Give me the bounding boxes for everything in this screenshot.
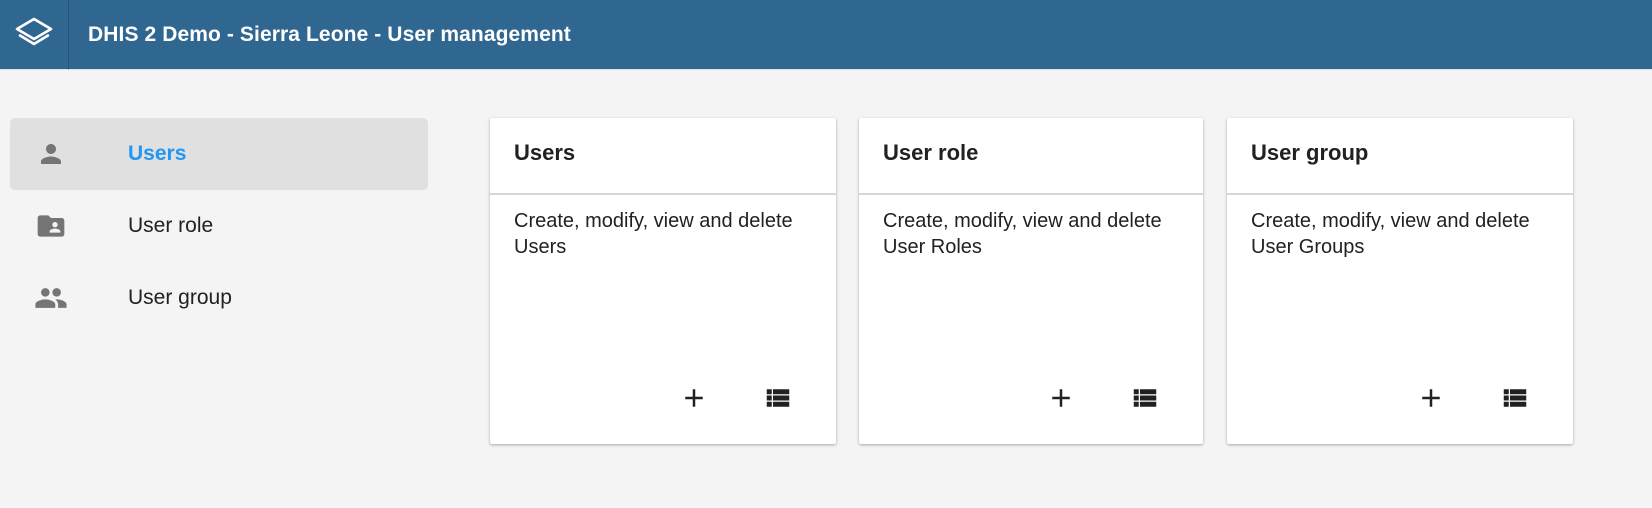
card-user-role: User role Create, modify, view and delet… [859, 118, 1203, 444]
card-description: Create, modify, view and delete Users [514, 210, 793, 258]
add-icon [1052, 389, 1070, 407]
folder-shared-icon [31, 206, 71, 246]
add-icon [1422, 389, 1440, 407]
card-user-group: User group Create, modify, view and dele… [1227, 118, 1573, 444]
list-icon [1503, 389, 1527, 407]
cards-grid: Users Create, modify, view and delete Us… [490, 118, 1573, 444]
list-icon [1133, 389, 1157, 407]
sidebar-item-label: Users [128, 142, 187, 165]
card-title: Users [490, 118, 836, 195]
sidebar-item-label: User role [128, 214, 214, 237]
add-icon [685, 389, 703, 407]
card-actions [1413, 380, 1533, 416]
card-description: Create, modify, view and delete User Gro… [1251, 210, 1530, 258]
app-logo-button[interactable] [0, 0, 69, 70]
sidebar-item-users[interactable]: Users [10, 118, 428, 190]
card-description: Create, modify, view and delete User Rol… [883, 210, 1162, 258]
card-actions [676, 380, 796, 416]
add-user-button[interactable] [676, 380, 712, 416]
app-title: DHIS 2 Demo - Sierra Leone - User manage… [88, 22, 571, 46]
list-user-groups-button[interactable] [1497, 380, 1533, 416]
sidebar-item-label: User group [128, 286, 232, 309]
card-title: User role [859, 118, 1203, 195]
list-users-button[interactable] [760, 380, 796, 416]
add-user-role-button[interactable] [1043, 380, 1079, 416]
people-icon [31, 278, 71, 318]
card-title: User group [1227, 118, 1573, 195]
card-users: Users Create, modify, view and delete Us… [490, 118, 836, 444]
dhis2-layers-icon [15, 17, 53, 45]
card-actions [1043, 380, 1163, 416]
person-icon [31, 134, 71, 174]
list-user-roles-button[interactable] [1127, 380, 1163, 416]
list-icon [766, 389, 790, 407]
sidebar-item-user-role[interactable]: User role [10, 190, 428, 262]
app-header: DHIS 2 Demo - Sierra Leone - User manage… [0, 0, 1652, 70]
add-user-group-button[interactable] [1413, 380, 1449, 416]
sidebar-item-user-group[interactable]: User group [10, 262, 428, 334]
sidebar: Users User role User group [10, 118, 428, 334]
